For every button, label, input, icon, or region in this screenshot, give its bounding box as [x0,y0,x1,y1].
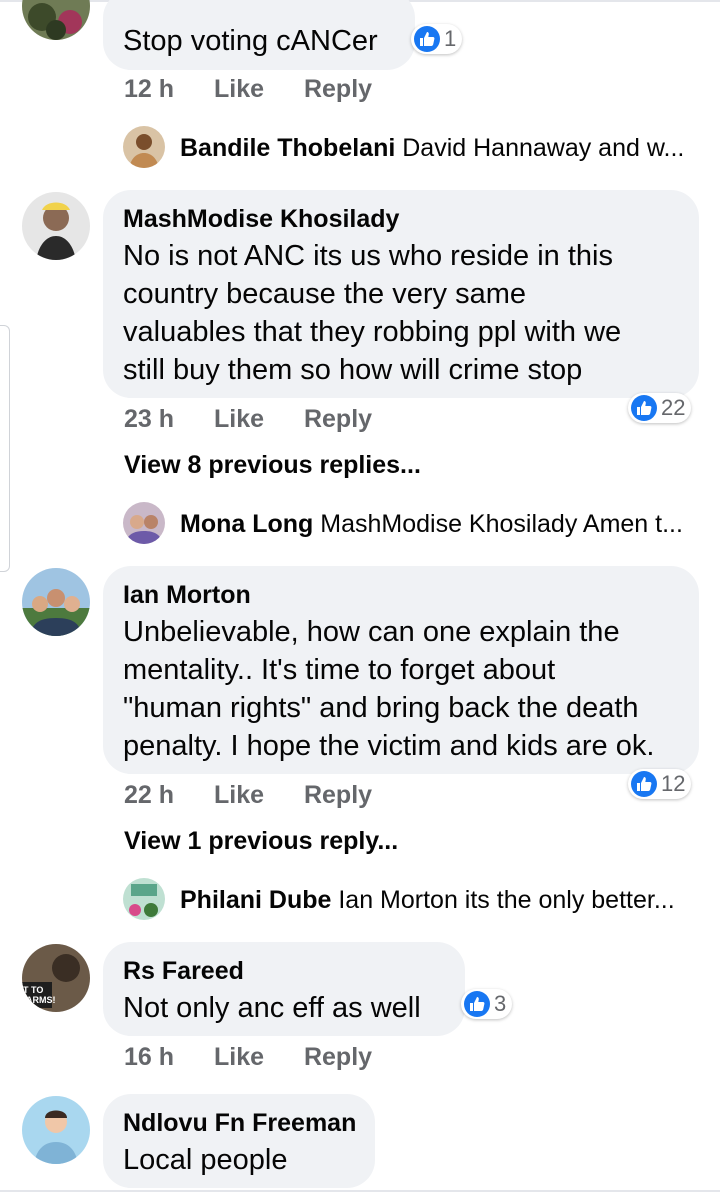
avatar-photo-woman [22,192,90,260]
avatar[interactable] [22,1096,90,1164]
avatar[interactable]: T TO ARMS! [22,944,90,1012]
reaction-count: 12 [661,771,686,796]
comment-meta: 23 h Like Reply [124,405,372,434]
comment-time[interactable]: 16 h [124,1043,174,1071]
comment-text: Local people [123,1144,288,1176]
comment-meta: 16 h Like Reply [124,1043,372,1072]
avatar-text: T TO [23,985,43,995]
avatar-cartoon-person [22,1096,90,1164]
avatar[interactable] [22,192,90,260]
reply-preview[interactable]: Bandile Thobelani David Hannaway and w..… [180,134,684,163]
reaction-badge[interactable]: 3 [461,989,513,1019]
avatar[interactable] [123,126,165,168]
reply-preview[interactable]: Mona Long MashModise Khosilady Amen t... [180,510,683,539]
reaction-count: 22 [661,395,686,420]
comment-line: country because the very same [123,278,526,310]
comment-author[interactable]: Rs Fareed [123,957,244,986]
comment-meta: 12 h Like Reply [124,75,372,104]
avatar-photo-group [22,568,90,636]
reaction-badge[interactable]: 22 [628,393,692,423]
reaction-badge[interactable]: 12 [628,769,692,799]
comment-time[interactable]: 22 h [124,781,174,809]
avatar-text: ARMS! [26,995,56,1005]
avatar-photo-garden [22,0,90,40]
comment-text: Stop voting cANCer [123,25,378,57]
avatar[interactable] [123,878,165,920]
comment-line: valuables that they robbing ppl with we [123,316,622,348]
reply-text: MashModise Khosilady Amen t... [320,510,683,538]
comment-time[interactable]: 23 h [124,405,174,433]
scroll-handle[interactable] [0,325,10,572]
comment-time[interactable]: 12 h [124,75,174,103]
comment-bubble: Ian Morton Unbelievable, how can one exp… [103,566,699,774]
reply-button[interactable]: Reply [304,781,372,809]
view-previous-replies[interactable]: View 8 previous replies... [124,451,421,480]
avatar-photo-flowers [123,878,165,920]
like-button[interactable]: Like [214,781,264,809]
like-button[interactable]: Like [214,75,264,103]
reaction-count: 3 [494,991,507,1016]
reaction-badge[interactable]: 1 [411,24,463,54]
comment-text: Not only anc eff as well [123,992,421,1024]
comment-line: Unbelievable, how can one explain the [123,616,620,648]
comment-line: "human rights" and bring back the death [123,692,639,724]
reply-text: David Hannaway and w... [402,134,685,162]
comment-line: still buy them so how will crime stop [123,354,583,386]
like-button[interactable]: Like [214,405,264,433]
comment-author[interactable]: Ndlovu Fn Freeman [123,1109,356,1138]
comment-line: No is not ANC its us who reside in this [123,240,613,272]
bottom-divider [0,1190,720,1192]
comment-bubble: MashModise Khosilady No is not ANC its u… [103,190,699,398]
reply-button[interactable]: Reply [304,75,372,103]
like-thumb-icon [464,991,490,1017]
comment-line: penalty. I hope the victim and kids are … [123,730,655,762]
reply-author: Bandile Thobelani [180,134,396,162]
avatar-photo-poster: T TO ARMS! [22,944,90,1012]
comment-bubble: Rs Fareed Not only anc eff as well [103,942,465,1036]
reply-text: Ian Morton its the only better... [338,886,675,914]
like-button[interactable]: Like [214,1043,264,1071]
reaction-count: 1 [444,26,457,51]
like-thumb-icon [414,26,440,52]
view-previous-replies[interactable]: View 1 previous reply... [124,827,398,856]
like-thumb-icon [631,771,657,797]
comment-meta: 22 h Like Reply [124,781,372,810]
avatar[interactable] [123,502,165,544]
reply-author: Mona Long [180,510,314,538]
reply-button[interactable]: Reply [304,405,372,433]
reply-preview[interactable]: Philani Dube Ian Morton its the only bet… [180,886,675,915]
comment-line: mentality.. It's time to forget about [123,654,556,686]
comment-author[interactable]: Ian Morton [123,581,251,610]
avatar-photo-person [123,126,165,168]
like-thumb-icon [631,395,657,421]
comment-bubble: Ndlovu Fn Freeman Local people [103,1094,375,1188]
reply-author: Philani Dube [180,886,332,914]
reply-button[interactable]: Reply [304,1043,372,1071]
comment-author[interactable]: MashModise Khosilady [123,205,399,234]
avatar[interactable] [22,568,90,636]
avatar[interactable] [22,0,90,40]
avatar-photo-couple [123,502,165,544]
comment-bubble: Stop voting cANCer [103,0,415,70]
